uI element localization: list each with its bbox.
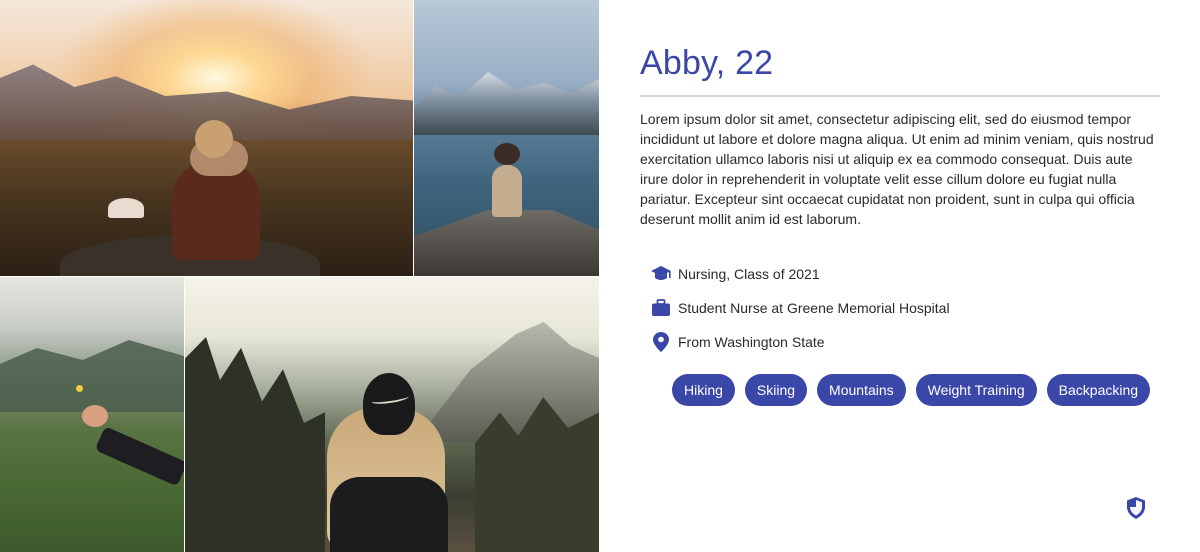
graduation-cap-icon [650, 263, 672, 285]
dock [414, 210, 599, 276]
jacket [330, 477, 448, 552]
photo-hills-flower[interactable] [0, 277, 184, 552]
tag-skiing[interactable]: Skiing [744, 374, 808, 406]
profile-name-age: Abby, 22 [640, 44, 774, 82]
briefcase-icon [650, 297, 672, 319]
photo-lake-dock[interactable] [414, 0, 599, 276]
fact-location-text: From Washington State [678, 334, 825, 350]
fact-job-text: Student Nurse at Greene Memorial Hospita… [678, 300, 950, 316]
tag-backpacking[interactable]: Backpacking [1046, 374, 1151, 406]
hat [494, 143, 520, 165]
cap [363, 373, 415, 435]
fact-education-text: Nursing, Class of 2021 [678, 266, 820, 282]
distant-hills [0, 340, 184, 412]
photo-forest-cap[interactable] [185, 277, 599, 552]
interest-tags: Hiking Skiing Mountains Weight Training … [672, 374, 1160, 406]
profile-facts: Nursing, Class of 2021 Student Nurse at … [650, 257, 1150, 359]
shield-icon[interactable] [1127, 497, 1145, 519]
flower [76, 385, 83, 392]
arm [94, 426, 184, 487]
trees-left [185, 337, 325, 552]
tag-hiking[interactable]: Hiking [672, 374, 735, 406]
head [195, 120, 233, 158]
person [492, 165, 522, 217]
hand [82, 405, 108, 427]
fact-job: Student Nurse at Greene Memorial Hospita… [650, 291, 1150, 325]
fact-location: From Washington State [650, 325, 1150, 359]
photo-sunset-mountain[interactable] [0, 0, 413, 276]
profile-panel: Abby, 22 Lorem ipsum dolor sit amet, con… [640, 0, 1160, 552]
fact-education: Nursing, Class of 2021 [650, 257, 1150, 291]
divider [640, 95, 1160, 97]
map-pin-icon [650, 331, 672, 353]
profile-bio: Lorem ipsum dolor sit amet, consectetur … [640, 111, 1154, 227]
tag-weight-training[interactable]: Weight Training [915, 374, 1037, 406]
tag-mountains[interactable]: Mountains [817, 374, 906, 406]
photo-gallery [0, 0, 599, 552]
tent [108, 198, 144, 218]
snowy-mountains [414, 72, 599, 135]
